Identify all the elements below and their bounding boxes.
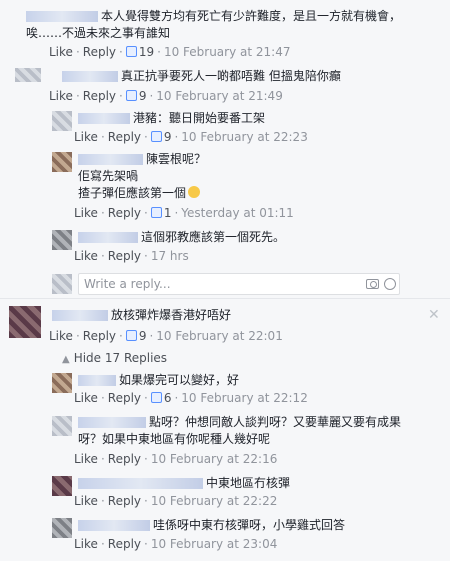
like-count[interactable]: 19 <box>139 45 154 59</box>
avatar[interactable] <box>52 476 72 496</box>
like-link[interactable]: Like <box>49 45 73 59</box>
timestamp[interactable]: 10 February at 22:22 <box>151 494 278 508</box>
like-count[interactable]: 6 <box>164 391 172 405</box>
comment-text: 港豬：聽日開始要番工架 <box>133 111 266 125</box>
thumbs-up-icon <box>150 207 162 218</box>
avatar[interactable] <box>52 373 72 393</box>
comment-text: 真正抗爭要死人一啲都唔難 但搵鬼陪你癲 <box>121 69 341 83</box>
commenter-name[interactable] <box>78 232 138 243</box>
commenter-name[interactable] <box>78 113 130 124</box>
comment-actions: Like · Reply · 19 · 10 February at 21:47 <box>49 45 291 59</box>
like-link[interactable]: Like <box>74 130 98 144</box>
avatar[interactable] <box>52 111 72 131</box>
reply-link[interactable]: Reply <box>108 391 141 405</box>
smile-emoji-icon <box>188 186 201 198</box>
commenter-name[interactable] <box>78 154 143 165</box>
thumbs-up-icon <box>125 90 137 101</box>
collapse-arrow-icon: ▲ <box>62 354 70 365</box>
commenter-name[interactable] <box>52 310 108 321</box>
hide-replies-toggle[interactable]: ▲ Hide 17 Replies <box>62 351 167 365</box>
reply-input[interactable]: Write a reply... <box>78 273 400 295</box>
comment-text-line: 佢寫先架喎 <box>78 169 139 183</box>
current-user-avatar <box>52 274 72 294</box>
timestamp[interactable]: 10 February at 23:04 <box>151 537 278 551</box>
timestamp[interactable]: 10 February at 21:47 <box>164 45 291 59</box>
thumbs-up-icon <box>150 392 162 403</box>
comment-actions: Like · Reply · 10 February at 22:16 <box>74 452 278 466</box>
like-link[interactable]: Like <box>74 537 98 551</box>
close-icon[interactable]: ✕ <box>428 307 440 323</box>
comment-actions: Like · Reply · 10 February at 22:22 <box>74 494 278 508</box>
comment-actions: Like · Reply · 9 · 10 February at 22:23 <box>74 130 308 144</box>
emoji-icon[interactable] <box>384 278 396 290</box>
timestamp[interactable]: 10 February at 22:23 <box>181 130 308 144</box>
reply-link[interactable]: Reply <box>83 329 116 343</box>
thumbs-up-icon <box>125 330 137 341</box>
commenter-name[interactable] <box>78 417 146 428</box>
thumbs-up-icon <box>125 46 137 57</box>
like-link[interactable]: Like <box>74 452 98 466</box>
like-link[interactable]: Like <box>74 206 98 220</box>
timestamp[interactable]: 10 February at 22:01 <box>156 329 283 343</box>
reply-input-placeholder: Write a reply... <box>84 277 171 291</box>
like-link[interactable]: Like <box>49 329 73 343</box>
comment-actions: Like · Reply · 9 · 10 February at 21:49 <box>49 89 283 103</box>
comment-text-line: 呀？如果中東地區有你呢種人幾好呢 <box>78 432 271 446</box>
reply-link[interactable]: Reply <box>108 452 141 466</box>
avatar[interactable] <box>15 68 41 82</box>
avatar[interactable] <box>52 230 72 250</box>
avatar[interactable] <box>52 518 72 538</box>
timestamp[interactable]: Yesterday at 01:11 <box>181 206 294 220</box>
like-count[interactable]: 9 <box>139 329 147 343</box>
reply-link[interactable]: Reply <box>108 537 141 551</box>
comment-text-line: 揸子彈佢應該第一個 <box>78 186 187 200</box>
comment-actions: Like · Reply · 6 · 10 February at 22:12 <box>74 391 308 405</box>
comment-actions: Like · Reply · 10 February at 23:04 <box>74 537 278 551</box>
like-link[interactable]: Like <box>74 249 98 263</box>
commenter-name[interactable] <box>78 520 150 531</box>
like-link[interactable]: Like <box>74 391 98 405</box>
comment-text-line: 點呀？仲想同敵人談判呀？又要華麗又要有成果 <box>149 415 402 429</box>
thumbs-up-icon <box>150 131 162 142</box>
comment-actions: Like · Reply · 1 · Yesterday at 01:11 <box>74 206 294 220</box>
reply-link[interactable]: Reply <box>108 130 141 144</box>
comment-text: 這個邪教應該第一個死先。 <box>141 230 286 244</box>
like-count[interactable]: 9 <box>164 130 172 144</box>
like-link[interactable]: Like <box>74 494 98 508</box>
commenter-name[interactable] <box>26 11 98 22</box>
like-link[interactable]: Like <box>49 89 73 103</box>
camera-icon[interactable] <box>366 279 379 289</box>
avatar[interactable] <box>52 416 72 436</box>
reply-link[interactable]: Reply <box>83 45 116 59</box>
reply-link[interactable]: Reply <box>83 89 116 103</box>
reply-link[interactable]: Reply <box>108 494 141 508</box>
timestamp[interactable]: 10 February at 21:49 <box>156 89 283 103</box>
comment-actions: Like · Reply · 9 · 10 February at 22:01 <box>49 329 283 343</box>
reply-link[interactable]: Reply <box>108 206 141 220</box>
comments-panel: 本人覺得雙方均有死亡有少許難度，是且一方就有機會，唉……不過未來之事有誰知 Li… <box>0 0 450 561</box>
commenter-name[interactable] <box>62 71 118 82</box>
comment-text: 放核彈炸爆香港好唔好 <box>111 308 232 322</box>
commenter-name[interactable] <box>78 478 203 489</box>
reply-link[interactable]: Reply <box>108 249 141 263</box>
comment-text-line: 陳雲根呢？ <box>146 152 207 166</box>
like-count[interactable]: 9 <box>139 89 147 103</box>
timestamp[interactable]: 10 February at 22:16 <box>151 452 278 466</box>
comment-text: 如果爆完可以變好，好 <box>119 373 240 387</box>
avatar[interactable] <box>9 306 41 338</box>
avatar[interactable] <box>52 152 72 172</box>
comment-text: 哇係呀中東冇核彈呀，小學雞式回答 <box>153 518 346 532</box>
commenter-name[interactable] <box>78 375 116 386</box>
timestamp[interactable]: 17 hrs <box>151 249 189 263</box>
like-count[interactable]: 1 <box>164 206 172 220</box>
divider <box>0 298 450 299</box>
timestamp[interactable]: 10 February at 22:12 <box>181 391 308 405</box>
comment-actions: Like · Reply · 17 hrs <box>74 249 189 263</box>
comment-text: 中東地區冇核彈 <box>206 476 291 490</box>
